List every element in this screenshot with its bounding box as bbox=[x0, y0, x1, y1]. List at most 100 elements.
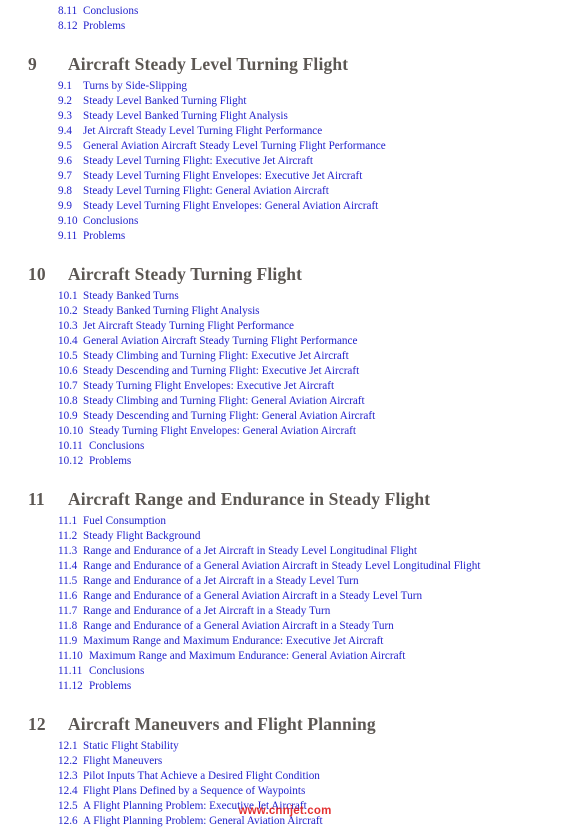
toc-section-title: Range and Endurance of a General Aviatio… bbox=[83, 559, 481, 572]
toc-section-number: 9.9 bbox=[58, 199, 72, 212]
toc-section-title: Jet Aircraft Steady Level Turning Flight… bbox=[83, 124, 323, 137]
toc-section-entry[interactable]: 10.10 Steady Turning Flight Envelopes: Ge… bbox=[0, 424, 570, 439]
toc-chapter-title: Aircraft Steady Level Turning Flight bbox=[68, 54, 349, 75]
toc-section-number: 8.12 bbox=[58, 20, 78, 33]
toc-section-number: 10.7 bbox=[58, 379, 78, 392]
toc-section-title: Range and Endurance of a Jet Aircraft in… bbox=[83, 574, 359, 587]
toc-section-entry[interactable]: 10.3 Jet Aircraft Steady Turning Flight P… bbox=[0, 319, 570, 334]
toc-section-number: 12.5 bbox=[58, 799, 78, 812]
toc-section-number: 11.4 bbox=[58, 559, 78, 572]
toc-chapter-number: 12 bbox=[28, 714, 46, 735]
toc-chapter-heading[interactable]: 11 Aircraft Range and Endurance in Steady… bbox=[0, 491, 570, 509]
toc-section-title: Steady Banked Turning Flight Analysis bbox=[83, 304, 260, 317]
toc-section-number: 10.6 bbox=[58, 364, 78, 377]
toc-section-number: 9.10 bbox=[58, 215, 78, 228]
table-of-contents: 8.11 Conclusions 8.12 Problems 9 Aircraft Ste… bbox=[0, 0, 570, 827]
toc-section-entry[interactable]: 11.7 Range and Endurance of a Jet Aircraf… bbox=[0, 604, 570, 619]
toc-section-entry[interactable]: 11.12 Problems bbox=[0, 679, 570, 694]
toc-section-number: 9.7 bbox=[58, 169, 72, 182]
toc-section-entry[interactable]: 11.2 Steady Flight Background bbox=[0, 529, 570, 544]
toc-section-entry[interactable]: 9.5 General Aviation Aircraft Steady Leve… bbox=[0, 139, 570, 154]
toc-section-title: Steady Level Turning Flight Envelopes: E… bbox=[83, 169, 363, 182]
toc-section-entry[interactable]: 9.6 Steady Level Turning Flight: Executiv… bbox=[0, 154, 570, 169]
toc-section-entry[interactable]: 10.11 Conclusions bbox=[0, 439, 570, 454]
toc-chapter-heading[interactable]: 10 Aircraft Steady Turning Flight bbox=[0, 266, 570, 284]
toc-section-entry[interactable]: 9.7 Steady Level Turning Flight Envelopes… bbox=[0, 169, 570, 184]
toc-section-title: Steady Descending and Turning Flight: Ge… bbox=[83, 409, 376, 422]
toc-section-entry[interactable]: 12.6 A Flight Planning Problem: General A… bbox=[0, 814, 570, 829]
toc-section-entry[interactable]: 8.12 Problems bbox=[0, 19, 570, 34]
toc-section-title: A Flight Planning Problem: General Aviat… bbox=[83, 814, 323, 827]
toc-section-entry[interactable]: 9.9 Steady Level Turning Flight Envelopes… bbox=[0, 199, 570, 214]
toc-section-entry[interactable]: 9.8 Steady Level Turning Flight: General … bbox=[0, 184, 570, 199]
toc-section-entry[interactable]: 9.2 Steady Level Banked Turning Flight bbox=[0, 94, 570, 109]
toc-section-entry[interactable]: 11.9 Maximum Range and Maximum Endurance:… bbox=[0, 634, 570, 649]
toc-section-title: Conclusions bbox=[89, 665, 145, 678]
toc-section-title: Conclusions bbox=[83, 215, 139, 228]
toc-section-entry[interactable]: 9.4 Jet Aircraft Steady Level Turning Fli… bbox=[0, 124, 570, 139]
toc-section-entry[interactable]: 11.11 Conclusions bbox=[0, 664, 570, 679]
toc-chapter-number: 9 bbox=[28, 54, 37, 75]
toc-section-number: 12.6 bbox=[58, 814, 78, 827]
toc-section-title: Static Flight Stability bbox=[83, 739, 179, 752]
toc-section-entry[interactable]: 9.1 Turns by Side-Slipping bbox=[0, 79, 570, 94]
toc-section-entry[interactable]: 8.11 Conclusions bbox=[0, 4, 570, 19]
toc-chapter-heading[interactable]: 9 Aircraft Steady Level Turning Flight bbox=[0, 56, 570, 74]
toc-chapter-title: Aircraft Maneuvers and Flight Planning bbox=[68, 714, 376, 735]
toc-section-entry[interactable]: 10.1 Steady Banked Turns bbox=[0, 289, 570, 304]
toc-section-title: Range and Endurance of a General Aviatio… bbox=[83, 589, 423, 602]
toc-section-title: Steady Level Banked Turning Flight bbox=[83, 94, 247, 107]
toc-section-number: 12.2 bbox=[58, 754, 78, 767]
toc-section-number: 9.8 bbox=[58, 184, 72, 197]
toc-section-number: 9.11 bbox=[58, 230, 78, 243]
toc-section-number: 10.2 bbox=[58, 304, 78, 317]
toc-section-number: 10.10 bbox=[58, 425, 84, 438]
toc-section-title: Problems bbox=[89, 680, 132, 693]
toc-section-entry[interactable]: 10.6 Steady Descending and Turning Flight… bbox=[0, 364, 570, 379]
toc-section-title: Steady Level Turning Flight: Executive J… bbox=[83, 154, 313, 167]
toc-section-entry[interactable]: 12.4 Flight Plans Defined by a Sequence o… bbox=[0, 784, 570, 799]
toc-section-entry[interactable]: 11.10 Maximum Range and Maximum Endurance… bbox=[0, 649, 570, 664]
toc-section-title: Steady Banked Turns bbox=[83, 289, 179, 302]
toc-section-entry[interactable]: 11.3 Range and Endurance of a Jet Aircraf… bbox=[0, 544, 570, 559]
toc-section-number: 10.12 bbox=[58, 455, 84, 468]
toc-section-entry[interactable]: 10.4 General Aviation Aircraft Steady Tur… bbox=[0, 334, 570, 349]
toc-section-entry[interactable]: 10.2 Steady Banked Turning Flight Analysi… bbox=[0, 304, 570, 319]
toc-body: 8.11 Conclusions 8.12 Problems 9 Aircraft Ste… bbox=[0, 4, 570, 829]
toc-chapter-heading[interactable]: 12 Aircraft Maneuvers and Flight Planning bbox=[0, 716, 570, 734]
toc-section-entry[interactable]: 11.4 Range and Endurance of a General Avi… bbox=[0, 559, 570, 574]
toc-section-number: 10.5 bbox=[58, 349, 78, 362]
toc-section-entry[interactable]: 10.7 Steady Turning Flight Envelopes: Exe… bbox=[0, 379, 570, 394]
toc-section-title: Pilot Inputs That Achieve a Desired Flig… bbox=[83, 769, 320, 782]
toc-section-entry[interactable]: 10.5 Steady Climbing and Turning Flight: … bbox=[0, 349, 570, 364]
toc-section-title: Steady Level Turning Flight: General Avi… bbox=[83, 184, 329, 197]
toc-section-number: 9.3 bbox=[58, 109, 72, 122]
toc-section-entry[interactable]: 11.1 Fuel Consumption bbox=[0, 514, 570, 529]
toc-section-entry[interactable]: 9.3 Steady Level Banked Turning Flight An… bbox=[0, 109, 570, 124]
toc-section-entry[interactable]: 12.5 A Flight Planning Problem: Executive… bbox=[0, 799, 570, 814]
toc-section-title: Conclusions bbox=[89, 440, 145, 453]
toc-section-entry[interactable]: 12.1 Static Flight Stability bbox=[0, 739, 570, 754]
toc-chapter-title: Aircraft Steady Turning Flight bbox=[68, 264, 303, 285]
toc-section-title: Steady Turning Flight Envelopes: General… bbox=[89, 425, 357, 438]
toc-section-number: 12.4 bbox=[58, 784, 78, 797]
toc-section-entry[interactable]: 11.6 Range and Endurance of a General Avi… bbox=[0, 589, 570, 604]
toc-section-entry[interactable]: 10.9 Steady Descending and Turning Flight… bbox=[0, 409, 570, 424]
toc-section-number: 11.7 bbox=[58, 604, 78, 617]
toc-section-entry[interactable]: 10.8 Steady Climbing and Turning Flight: … bbox=[0, 394, 570, 409]
toc-section-number: 11.3 bbox=[58, 544, 78, 557]
toc-section-number: 10.9 bbox=[58, 409, 78, 422]
toc-section-entry[interactable]: 11.8 Range and Endurance of a General Avi… bbox=[0, 619, 570, 634]
toc-section-number: 11.1 bbox=[58, 514, 78, 527]
toc-section-entry[interactable]: 12.2 Flight Maneuvers bbox=[0, 754, 570, 769]
toc-section-entry[interactable]: 11.5 Range and Endurance of a Jet Aircraf… bbox=[0, 574, 570, 589]
toc-section-title: Steady Climbing and Turning Flight: Exec… bbox=[83, 349, 349, 362]
toc-section-title: Steady Level Turning Flight Envelopes: G… bbox=[83, 199, 379, 212]
toc-section-entry[interactable]: 12.3 Pilot Inputs That Achieve a Desired … bbox=[0, 769, 570, 784]
toc-section-title: Maximum Range and Maximum Endurance: Exe… bbox=[83, 635, 384, 648]
toc-section-number: 9.2 bbox=[58, 94, 72, 107]
toc-section-title: Problems bbox=[89, 455, 132, 468]
toc-section-entry[interactable]: 9.10 Conclusions bbox=[0, 214, 570, 229]
toc-section-entry[interactable]: 10.12 Problems bbox=[0, 454, 570, 469]
toc-section-entry[interactable]: 9.11 Problems bbox=[0, 229, 570, 244]
